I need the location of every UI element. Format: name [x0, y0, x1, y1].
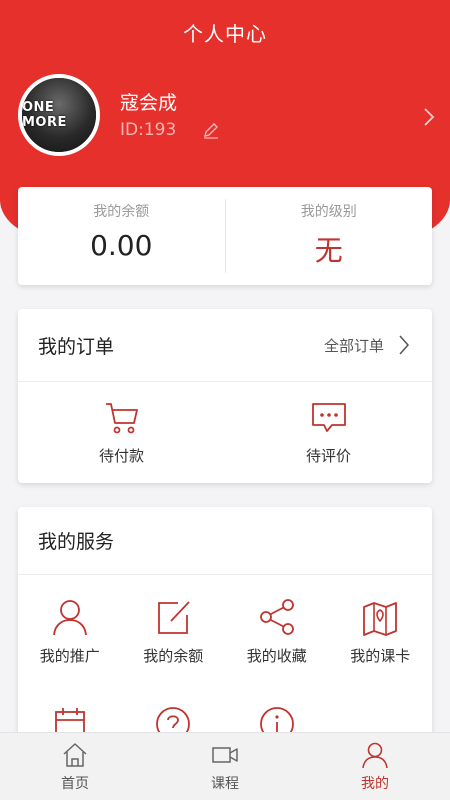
pending-review-label: 待评价 — [305, 446, 351, 465]
tab-mine[interactable]: 我的 — [300, 733, 450, 800]
bottom-tab-bar: 首页 课程 我的 — [0, 732, 450, 800]
all-orders-label: 全部订单 — [323, 336, 384, 355]
order-items: 待付款 待评价 — [18, 382, 432, 482]
orders-card: 我的订单 全部订单 待付款 待评价 — [18, 309, 432, 483]
service-course-card-label: 我的课卡 — [350, 647, 411, 665]
profile-chevron-right-icon[interactable] — [422, 106, 436, 128]
cart-icon — [105, 402, 138, 433]
user-id: ID:193 — [120, 120, 177, 140]
balance-value: 0.00 — [90, 229, 153, 262]
orders-title: 我的订单 — [38, 335, 115, 358]
service-promotion[interactable]: 我的推广 — [18, 597, 122, 666]
level-value: 无 — [314, 234, 343, 267]
tab-home-label: 首页 — [61, 775, 89, 792]
page-title: 个人中心 — [183, 22, 267, 46]
video-icon — [212, 746, 238, 763]
tab-home[interactable]: 首页 — [0, 733, 150, 800]
all-orders-link[interactable]: 全部订单 — [324, 334, 410, 356]
service-course-card[interactable]: 我的课卡 — [329, 597, 433, 666]
level-label: 我的级别 — [300, 204, 357, 220]
balance-label: 我的余额 — [93, 204, 150, 220]
comment-icon — [311, 402, 346, 432]
balance-stat[interactable]: 我的余额 0.00 — [18, 187, 225, 285]
tab-courses[interactable]: 课程 — [150, 733, 300, 800]
stats-card: 我的余额 0.00 我的级别 无 — [18, 187, 432, 285]
edit-square-icon — [158, 601, 190, 634]
service-grid: 我的推广 我的余额 我的收藏 我的课卡 — [18, 575, 432, 666]
services-card: 我的服务 我的推广 我的余额 我的收藏 我的课卡 — [18, 507, 432, 747]
person-icon — [362, 742, 388, 768]
service-favorites[interactable]: 我的收藏 — [225, 597, 329, 666]
service-favorites-label: 我的收藏 — [246, 647, 307, 665]
tab-courses-label: 课程 — [211, 775, 239, 792]
user-id-row: ID:193 — [120, 120, 220, 140]
tab-mine-label: 我的 — [361, 775, 389, 792]
service-balance[interactable]: 我的余额 — [122, 597, 226, 666]
map-icon — [363, 602, 398, 636]
username[interactable]: 寇会成 — [120, 88, 177, 115]
orders-header: 我的订单 全部订单 — [18, 309, 432, 382]
pending-payment-label: 待付款 — [98, 446, 144, 465]
services-title: 我的服务 — [38, 531, 115, 553]
order-pending-review[interactable]: 待评价 — [225, 382, 432, 482]
edit-pencil-icon[interactable] — [202, 121, 220, 139]
user-icon — [52, 600, 87, 636]
avatar-text: ONE MORE — [22, 100, 67, 130]
chevron-right-icon — [399, 335, 410, 355]
services-header: 我的服务 — [18, 507, 432, 575]
order-pending-payment[interactable]: 待付款 — [18, 382, 225, 482]
avatar[interactable]: ONE MORE — [18, 74, 100, 156]
level-stat[interactable]: 我的级别 无 — [224, 199, 433, 273]
service-promotion-label: 我的推广 — [39, 647, 100, 665]
share-icon — [259, 599, 294, 635]
home-icon — [63, 742, 87, 767]
service-balance-label: 我的余额 — [143, 647, 204, 665]
